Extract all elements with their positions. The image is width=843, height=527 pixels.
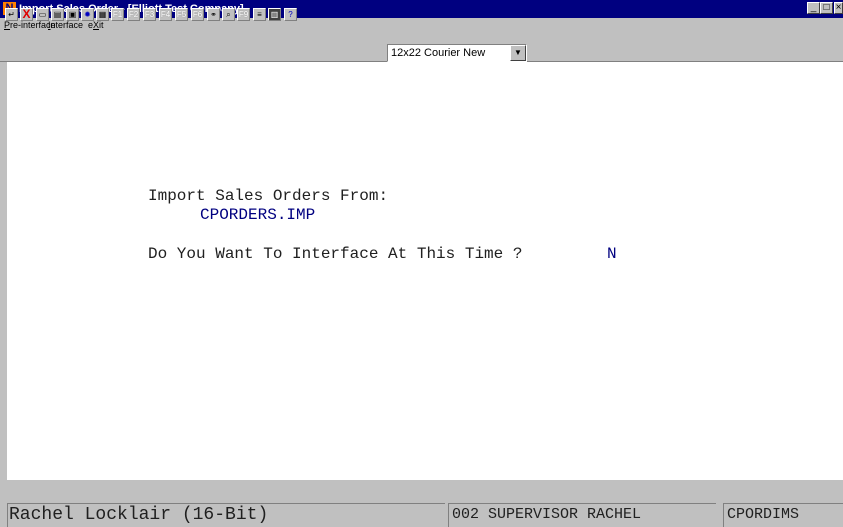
status-program: CPORDIMS <box>723 503 843 527</box>
f5-key-button[interactable]: F5 <box>175 8 188 21</box>
settings-icon[interactable]: ✹ <box>81 8 94 21</box>
cut-icon[interactable]: ▭ <box>36 8 49 21</box>
maximize-button[interactable]: □ <box>820 2 833 14</box>
cancel-x-icon[interactable]: X <box>20 8 33 21</box>
status-bar: Rachel Locklair (16-Bit) 002 SUPERVISOR … <box>0 480 843 527</box>
interface-prompt-label: Do You Want To Interface At This Time ? <box>148 245 523 263</box>
chevron-down-icon[interactable]: ▼ <box>510 45 526 61</box>
zoom-icon[interactable]: ⌕ <box>222 8 235 21</box>
f9-key-button[interactable]: F9 <box>237 8 250 21</box>
f1-key-button[interactable]: F1 <box>111 8 124 21</box>
font-select[interactable]: 12x22 Courier New ▼ <box>387 44 527 62</box>
interface-answer-field[interactable]: N <box>607 245 617 263</box>
f3-key-button[interactable]: F3 <box>143 8 156 21</box>
import-file-field[interactable]: CPORDERS.IMP <box>200 206 315 224</box>
f2-key-button[interactable]: F2 <box>127 8 140 21</box>
copy-icon[interactable]: ▤ <box>51 8 64 21</box>
f6-key-button[interactable]: F6 <box>191 8 204 21</box>
import-prompt-label: Import Sales Orders From: <box>148 187 389 205</box>
calculator-icon[interactable]: ▦ <box>96 8 109 21</box>
calendar-icon[interactable]: ▥ <box>268 8 281 21</box>
font-select-value: 12x22 Courier New <box>391 47 486 59</box>
status-user: Rachel Locklair (16-Bit) <box>7 503 445 527</box>
enter-icon[interactable]: ↵ <box>5 8 18 21</box>
terminal-screen: Import Sales Orders From: CPORDERS.IMP D… <box>7 62 843 480</box>
close-button[interactable]: × <box>834 2 843 14</box>
binoculars-icon[interactable]: ⚭ <box>207 8 220 21</box>
minimize-button[interactable]: _ <box>807 2 820 14</box>
help-icon[interactable]: ? <box>284 8 297 21</box>
f4-key-button[interactable]: F4 <box>159 8 172 21</box>
notes-icon[interactable]: ≡ <box>253 8 266 21</box>
paste-icon[interactable]: ▣ <box>66 8 79 21</box>
status-operator: 002 SUPERVISOR RACHEL <box>448 503 716 527</box>
